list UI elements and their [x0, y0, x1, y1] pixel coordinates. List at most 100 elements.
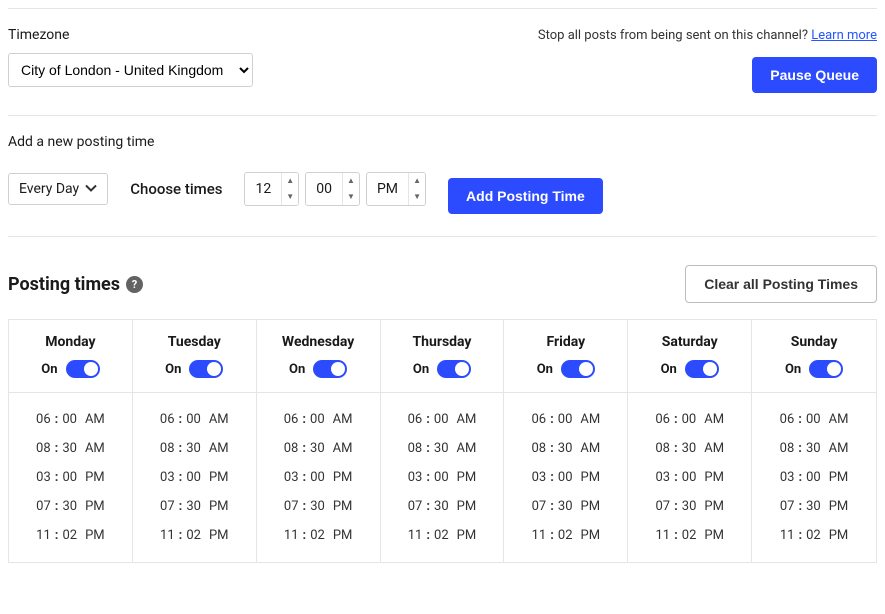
- posting-time-item[interactable]: 07:30PM: [389, 492, 496, 521]
- minute-stepper[interactable]: 00 ▲ ▼: [305, 172, 360, 206]
- posting-time-item[interactable]: 11:02PM: [636, 521, 743, 550]
- day-toggle[interactable]: [561, 360, 595, 378]
- ampm-value: PM: [367, 173, 408, 205]
- pause-queue-button[interactable]: Pause Queue: [752, 57, 877, 93]
- minute-down-button[interactable]: ▼: [343, 189, 359, 205]
- time-minute: 30: [682, 441, 697, 456]
- hour-down-button[interactable]: ▼: [282, 189, 298, 205]
- day-toggle[interactable]: [313, 360, 347, 378]
- posting-time-item[interactable]: 03:00PM: [17, 463, 124, 492]
- posting-time-item[interactable]: 11:02PM: [389, 521, 496, 550]
- time-minute: 00: [806, 412, 821, 427]
- posting-time-item[interactable]: 07:30PM: [760, 492, 868, 521]
- time-colon: :: [426, 499, 430, 514]
- posting-time-item[interactable]: 03:00PM: [512, 463, 619, 492]
- add-posting-time-button[interactable]: Add Posting Time: [448, 178, 603, 214]
- posting-time-item[interactable]: 08:30AM: [141, 434, 248, 463]
- day-toggle[interactable]: [189, 360, 223, 378]
- time-ampm: AM: [85, 412, 105, 427]
- posting-time-item[interactable]: 06:00AM: [760, 405, 868, 434]
- time-ampm: AM: [829, 441, 849, 456]
- time-ampm: PM: [333, 528, 353, 543]
- time-hour: 11: [408, 528, 423, 543]
- time-minute: 30: [558, 441, 573, 456]
- ampm-down-button[interactable]: ▼: [409, 189, 425, 205]
- day-toggle[interactable]: [437, 360, 471, 378]
- posting-time-item[interactable]: 08:30AM: [636, 434, 743, 463]
- time-colon: :: [426, 470, 430, 485]
- posting-time-item[interactable]: 07:30PM: [636, 492, 743, 521]
- posting-time-item[interactable]: 11:02PM: [512, 521, 619, 550]
- posting-time-item[interactable]: 08:30AM: [512, 434, 619, 463]
- time-minute: 00: [558, 470, 573, 485]
- learn-more-link[interactable]: Learn more: [811, 28, 877, 43]
- time-minute: 02: [186, 528, 201, 543]
- posting-time-item[interactable]: 11:02PM: [17, 521, 124, 550]
- time-ampm: PM: [829, 470, 849, 485]
- time-hour: 11: [532, 528, 547, 543]
- hour-up-button[interactable]: ▲: [282, 173, 298, 189]
- time-minute: 00: [62, 470, 77, 485]
- posting-time-item[interactable]: 03:00PM: [265, 463, 372, 492]
- ampm-stepper[interactable]: PM ▲ ▼: [366, 172, 426, 206]
- day-toggle[interactable]: [809, 360, 843, 378]
- toggle-state-label: On: [661, 362, 677, 377]
- posting-time-item[interactable]: 03:00PM: [141, 463, 248, 492]
- time-colon: :: [179, 528, 183, 543]
- time-hour: 07: [160, 499, 175, 514]
- posting-time-item[interactable]: 11:02PM: [760, 521, 868, 550]
- posting-time-item[interactable]: 06:00AM: [17, 405, 124, 434]
- day-toggle[interactable]: [66, 360, 100, 378]
- time-ampm: AM: [209, 412, 229, 427]
- time-hour: 08: [655, 441, 670, 456]
- time-colon: :: [798, 470, 802, 485]
- posting-time-item[interactable]: 06:00AM: [512, 405, 619, 434]
- posting-time-item[interactable]: 06:00AM: [389, 405, 496, 434]
- posting-time-item[interactable]: 06:00AM: [265, 405, 372, 434]
- posting-time-item[interactable]: 03:00PM: [636, 463, 743, 492]
- hour-stepper[interactable]: 12 ▲ ▼: [244, 172, 299, 206]
- posting-time-item[interactable]: 08:30AM: [389, 434, 496, 463]
- time-colon: :: [55, 499, 59, 514]
- help-icon[interactable]: ?: [126, 276, 143, 293]
- time-ampm: PM: [829, 528, 849, 543]
- posting-time-item[interactable]: 07:30PM: [141, 492, 248, 521]
- time-colon: :: [55, 441, 59, 456]
- posting-time-item[interactable]: 08:30AM: [17, 434, 124, 463]
- time-colon: :: [674, 412, 678, 427]
- posting-time-item[interactable]: 03:00PM: [389, 463, 496, 492]
- day-header: MondayOn: [9, 320, 132, 393]
- clear-all-posting-times-button[interactable]: Clear all Posting Times: [685, 265, 877, 303]
- time-colon: :: [674, 499, 678, 514]
- hour-value: 12: [245, 173, 281, 205]
- posting-time-item[interactable]: 07:30PM: [512, 492, 619, 521]
- time-hour: 08: [780, 441, 795, 456]
- time-minute: 00: [434, 412, 449, 427]
- posting-time-item[interactable]: 06:00AM: [636, 405, 743, 434]
- day-toggle[interactable]: [685, 360, 719, 378]
- day-name: Wednesday: [263, 334, 374, 350]
- posting-time-item[interactable]: 03:00PM: [760, 463, 868, 492]
- time-hour: 08: [284, 441, 299, 456]
- ampm-up-button[interactable]: ▲: [409, 173, 425, 189]
- posting-time-item[interactable]: 07:30PM: [17, 492, 124, 521]
- time-ampm: PM: [704, 499, 724, 514]
- time-ampm: AM: [333, 412, 353, 427]
- time-colon: :: [550, 441, 554, 456]
- timezone-select[interactable]: City of London - United Kingdom: [8, 53, 253, 87]
- posting-time-item[interactable]: 08:30AM: [265, 434, 372, 463]
- time-minute: 00: [186, 412, 201, 427]
- time-hour: 11: [284, 528, 299, 543]
- time-ampm: AM: [85, 441, 105, 456]
- posting-time-item[interactable]: 08:30AM: [760, 434, 868, 463]
- day-header: SundayOn: [752, 320, 876, 393]
- time-ampm: PM: [333, 499, 353, 514]
- posting-time-item[interactable]: 11:02PM: [265, 521, 372, 550]
- time-hour: 03: [408, 470, 423, 485]
- posting-time-item[interactable]: 11:02PM: [141, 521, 248, 550]
- posting-time-item[interactable]: 06:00AM: [141, 405, 248, 434]
- day-frequency-select[interactable]: Every Day: [8, 173, 108, 205]
- posting-time-item[interactable]: 07:30PM: [265, 492, 372, 521]
- time-colon: :: [302, 441, 306, 456]
- minute-up-button[interactable]: ▲: [343, 173, 359, 189]
